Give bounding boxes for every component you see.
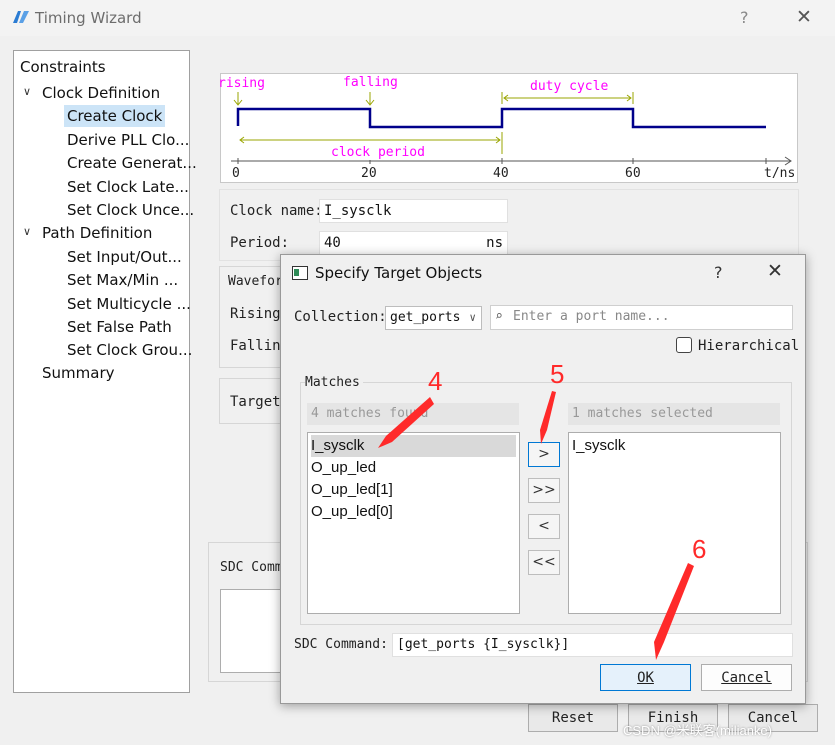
watermark: CSDN @米联客(milianke) — [623, 723, 772, 738]
annotation-step-6: 6 — [692, 534, 707, 564]
annotation-arrow-6 — [654, 563, 694, 660]
annotation-arrow-4 — [378, 397, 434, 448]
annotation-arrows — [378, 391, 694, 660]
annotation-arrow-5 — [540, 391, 556, 444]
annotation-step-4: 4 — [428, 366, 443, 396]
annotation-step-5: 5 — [550, 359, 565, 389]
